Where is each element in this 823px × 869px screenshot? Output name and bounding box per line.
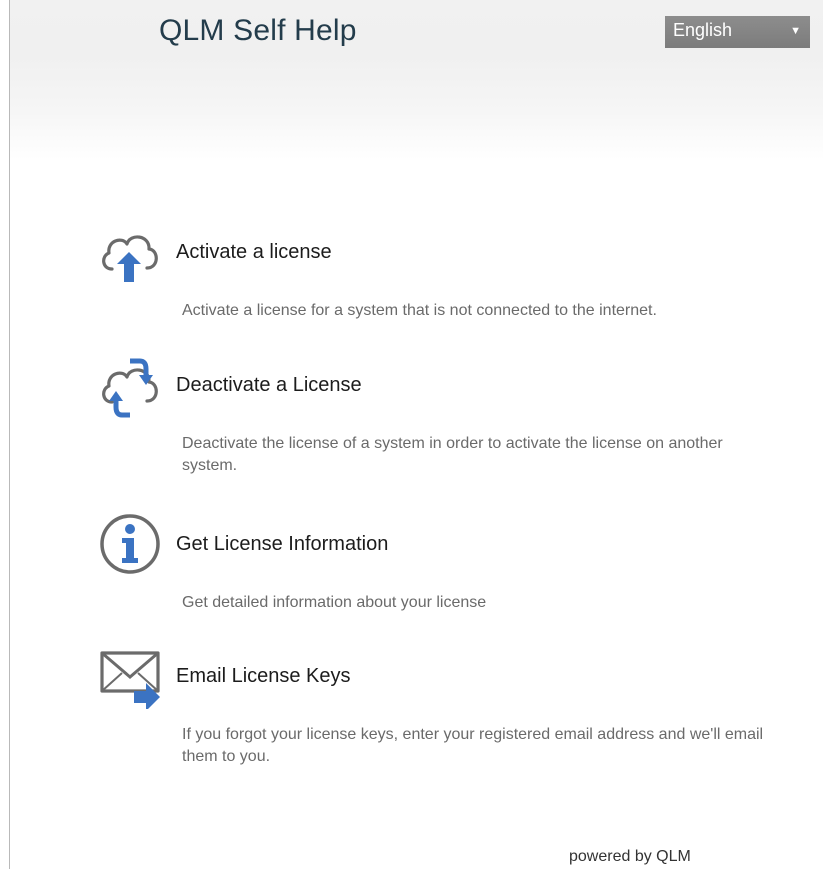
activate-license-title[interactable]: Activate a license — [176, 241, 332, 264]
dropdown-arrow-icon: ▼ — [790, 25, 801, 37]
header: QLM Self Help English ▼ — [10, 0, 823, 160]
page-title: QLM Self Help — [159, 14, 357, 47]
cloud-upload-icon — [98, 222, 162, 286]
email-keys-title[interactable]: Email License Keys — [176, 665, 351, 688]
language-select-value: English — [673, 20, 733, 40]
license-info-description: Get detailed information about your lice… — [182, 594, 487, 611]
powered-by-footer: powered by QLM — [569, 848, 691, 865]
deactivate-license-description: Deactivate the license of a system in or… — [182, 435, 723, 474]
page-frame: QLM Self Help English ▼ Activate a licen… — [9, 0, 823, 869]
license-info-title[interactable]: Get License Information — [176, 533, 388, 556]
language-select[interactable]: English ▼ — [665, 16, 810, 48]
cloud-sync-icon — [98, 355, 162, 419]
activate-license-description: Activate a license for a system that is … — [182, 302, 657, 319]
info-circle-icon — [98, 512, 162, 576]
email-forward-icon — [98, 645, 162, 709]
deactivate-license-title[interactable]: Deactivate a License — [176, 374, 362, 397]
email-keys-description: If you forgot your license keys, enter y… — [182, 726, 764, 765]
